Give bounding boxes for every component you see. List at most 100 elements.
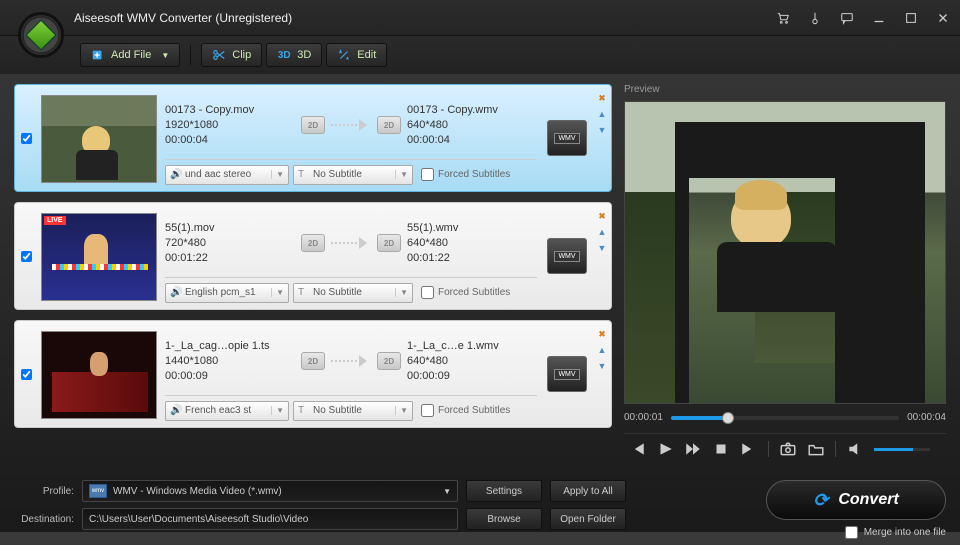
file-list: 00173 - Copy.mov 1920*1080 00:00:04 2D 2… bbox=[0, 74, 618, 474]
chevron-down-icon: ▼ bbox=[161, 51, 169, 60]
src-2d-badge: 2D bbox=[301, 234, 325, 252]
move-up-icon[interactable]: ▲ bbox=[595, 107, 609, 121]
forced-subtitles-checkbox[interactable]: Forced Subtitles bbox=[421, 168, 510, 181]
conversion-arrow: 2D 2D bbox=[295, 115, 407, 135]
merge-checkbox[interactable]: Merge into one file bbox=[845, 526, 946, 539]
audio-track-dropdown[interactable]: 🔊French eac3 st▼ bbox=[165, 401, 289, 421]
subtitle-icon: T bbox=[298, 405, 310, 416]
time-total: 00:00:04 bbox=[907, 412, 946, 423]
profile-label: Profile: bbox=[14, 486, 74, 497]
dest-info: 1-_La_c…e 1.wmv 640*480 00:00:09 bbox=[407, 339, 537, 384]
snapshot-icon[interactable] bbox=[779, 440, 797, 458]
volume-slider[interactable] bbox=[874, 448, 930, 451]
toolbar: Add File ▼ Clip 3D 3D Edit bbox=[0, 36, 960, 74]
thermometer-icon[interactable] bbox=[808, 11, 822, 25]
file-item[interactable]: 00173 - Copy.mov 1920*1080 00:00:04 2D 2… bbox=[14, 84, 612, 192]
close-icon[interactable] bbox=[936, 11, 950, 25]
item-checkbox[interactable] bbox=[21, 251, 32, 262]
edit-label: Edit bbox=[357, 49, 376, 61]
clip-label: Clip bbox=[232, 49, 251, 61]
open-folder-button[interactable]: Open Folder bbox=[550, 508, 626, 530]
thumbnail[interactable] bbox=[41, 95, 157, 183]
audio-track-dropdown[interactable]: 🔊und aac stereo▼ bbox=[165, 165, 289, 185]
audio-track-dropdown[interactable]: 🔊English pcm_s1▼ bbox=[165, 283, 289, 303]
minimize-icon[interactable] bbox=[872, 11, 886, 25]
item-checkbox[interactable] bbox=[21, 133, 32, 144]
subtitle-dropdown[interactable]: TNo Subtitle▼ bbox=[293, 165, 413, 185]
progress-slider[interactable] bbox=[671, 416, 899, 420]
preview-label: Preview bbox=[624, 84, 946, 95]
app-logo bbox=[14, 8, 68, 62]
conversion-arrow: 2D 2D bbox=[295, 233, 407, 253]
profile-dropdown[interactable]: WMV - Windows Media Video (*.wmv)▼ bbox=[82, 480, 458, 502]
three-d-button[interactable]: 3D 3D bbox=[266, 43, 322, 67]
wmv-icon bbox=[89, 484, 107, 498]
dst-2d-badge: 2D bbox=[377, 116, 401, 134]
src-2d-badge: 2D bbox=[301, 352, 325, 370]
add-file-icon bbox=[91, 48, 105, 62]
volume-icon[interactable] bbox=[846, 440, 864, 458]
remove-item-icon[interactable]: ✖ bbox=[595, 327, 609, 341]
dst-2d-badge: 2D bbox=[377, 234, 401, 252]
maximize-icon[interactable] bbox=[904, 11, 918, 25]
item-checkbox[interactable] bbox=[21, 369, 32, 380]
add-file-button[interactable]: Add File ▼ bbox=[80, 43, 180, 67]
speaker-icon: 🔊 bbox=[170, 405, 182, 416]
stop-icon[interactable] bbox=[712, 440, 730, 458]
scissors-icon bbox=[212, 48, 226, 62]
subtitle-dropdown[interactable]: TNo Subtitle▼ bbox=[293, 283, 413, 303]
subtitle-icon: T bbox=[298, 287, 310, 298]
time-current: 00:00:01 bbox=[624, 412, 663, 423]
refresh-icon: ⟳ bbox=[813, 490, 828, 511]
fast-forward-icon[interactable] bbox=[684, 440, 702, 458]
dest-info: 00173 - Copy.wmv 640*480 00:00:04 bbox=[407, 103, 537, 148]
titlebar: Aiseesoft WMV Converter (Unregistered) bbox=[0, 0, 960, 36]
move-down-icon[interactable]: ▼ bbox=[595, 123, 609, 137]
file-item[interactable]: LIVE 55(1).mov 720*480 00:01:22 2D 2D 55… bbox=[14, 202, 612, 310]
file-item[interactable]: 1-_La_cag…opie 1.ts 1440*1080 00:00:09 2… bbox=[14, 320, 612, 428]
format-icon[interactable] bbox=[547, 238, 587, 274]
remove-item-icon[interactable]: ✖ bbox=[595, 91, 609, 105]
destination-label: Destination: bbox=[14, 514, 74, 525]
source-info: 55(1).mov 720*480 00:01:22 bbox=[165, 221, 295, 266]
folder-icon[interactable] bbox=[807, 440, 825, 458]
apply-all-button[interactable]: Apply to All bbox=[550, 480, 626, 502]
thumbnail[interactable]: LIVE bbox=[41, 213, 157, 301]
preview-pane[interactable] bbox=[624, 101, 946, 404]
move-down-icon[interactable]: ▼ bbox=[595, 359, 609, 373]
format-icon[interactable] bbox=[547, 356, 587, 392]
move-down-icon[interactable]: ▼ bbox=[595, 241, 609, 255]
subtitle-icon: T bbox=[298, 169, 310, 180]
format-icon[interactable] bbox=[547, 120, 587, 156]
wand-icon bbox=[337, 48, 351, 62]
three-d-label: 3D bbox=[297, 49, 311, 61]
dest-info: 55(1).wmv 640*480 00:01:22 bbox=[407, 221, 537, 266]
remove-item-icon[interactable]: ✖ bbox=[595, 209, 609, 223]
forced-subtitles-checkbox[interactable]: Forced Subtitles bbox=[421, 286, 510, 299]
forced-subtitles-checkbox[interactable]: Forced Subtitles bbox=[421, 404, 510, 417]
play-icon[interactable] bbox=[656, 440, 674, 458]
three-d-icon: 3D bbox=[277, 48, 291, 62]
source-info: 1-_La_cag…opie 1.ts 1440*1080 00:00:09 bbox=[165, 339, 295, 384]
convert-button[interactable]: ⟳ Convert bbox=[766, 480, 946, 520]
prev-icon[interactable] bbox=[628, 440, 646, 458]
thumbnail[interactable] bbox=[41, 331, 157, 419]
dst-2d-badge: 2D bbox=[377, 352, 401, 370]
live-badge: LIVE bbox=[44, 216, 66, 225]
speaker-icon: 🔊 bbox=[170, 169, 182, 180]
browse-button[interactable]: Browse bbox=[466, 508, 542, 530]
subtitle-dropdown[interactable]: TNo Subtitle▼ bbox=[293, 401, 413, 421]
app-title: Aiseesoft WMV Converter (Unregistered) bbox=[74, 11, 292, 25]
speaker-icon: 🔊 bbox=[170, 287, 182, 298]
clip-button[interactable]: Clip bbox=[201, 43, 262, 67]
settings-button[interactable]: Settings bbox=[466, 480, 542, 502]
move-up-icon[interactable]: ▲ bbox=[595, 343, 609, 357]
move-up-icon[interactable]: ▲ bbox=[595, 225, 609, 239]
destination-input[interactable]: C:\Users\User\Documents\Aiseesoft Studio… bbox=[82, 508, 458, 530]
edit-button[interactable]: Edit bbox=[326, 43, 387, 67]
next-icon[interactable] bbox=[740, 440, 758, 458]
source-info: 00173 - Copy.mov 1920*1080 00:00:04 bbox=[165, 103, 295, 148]
cart-icon[interactable] bbox=[776, 11, 790, 25]
comment-icon[interactable] bbox=[840, 11, 854, 25]
src-2d-badge: 2D bbox=[301, 116, 325, 134]
